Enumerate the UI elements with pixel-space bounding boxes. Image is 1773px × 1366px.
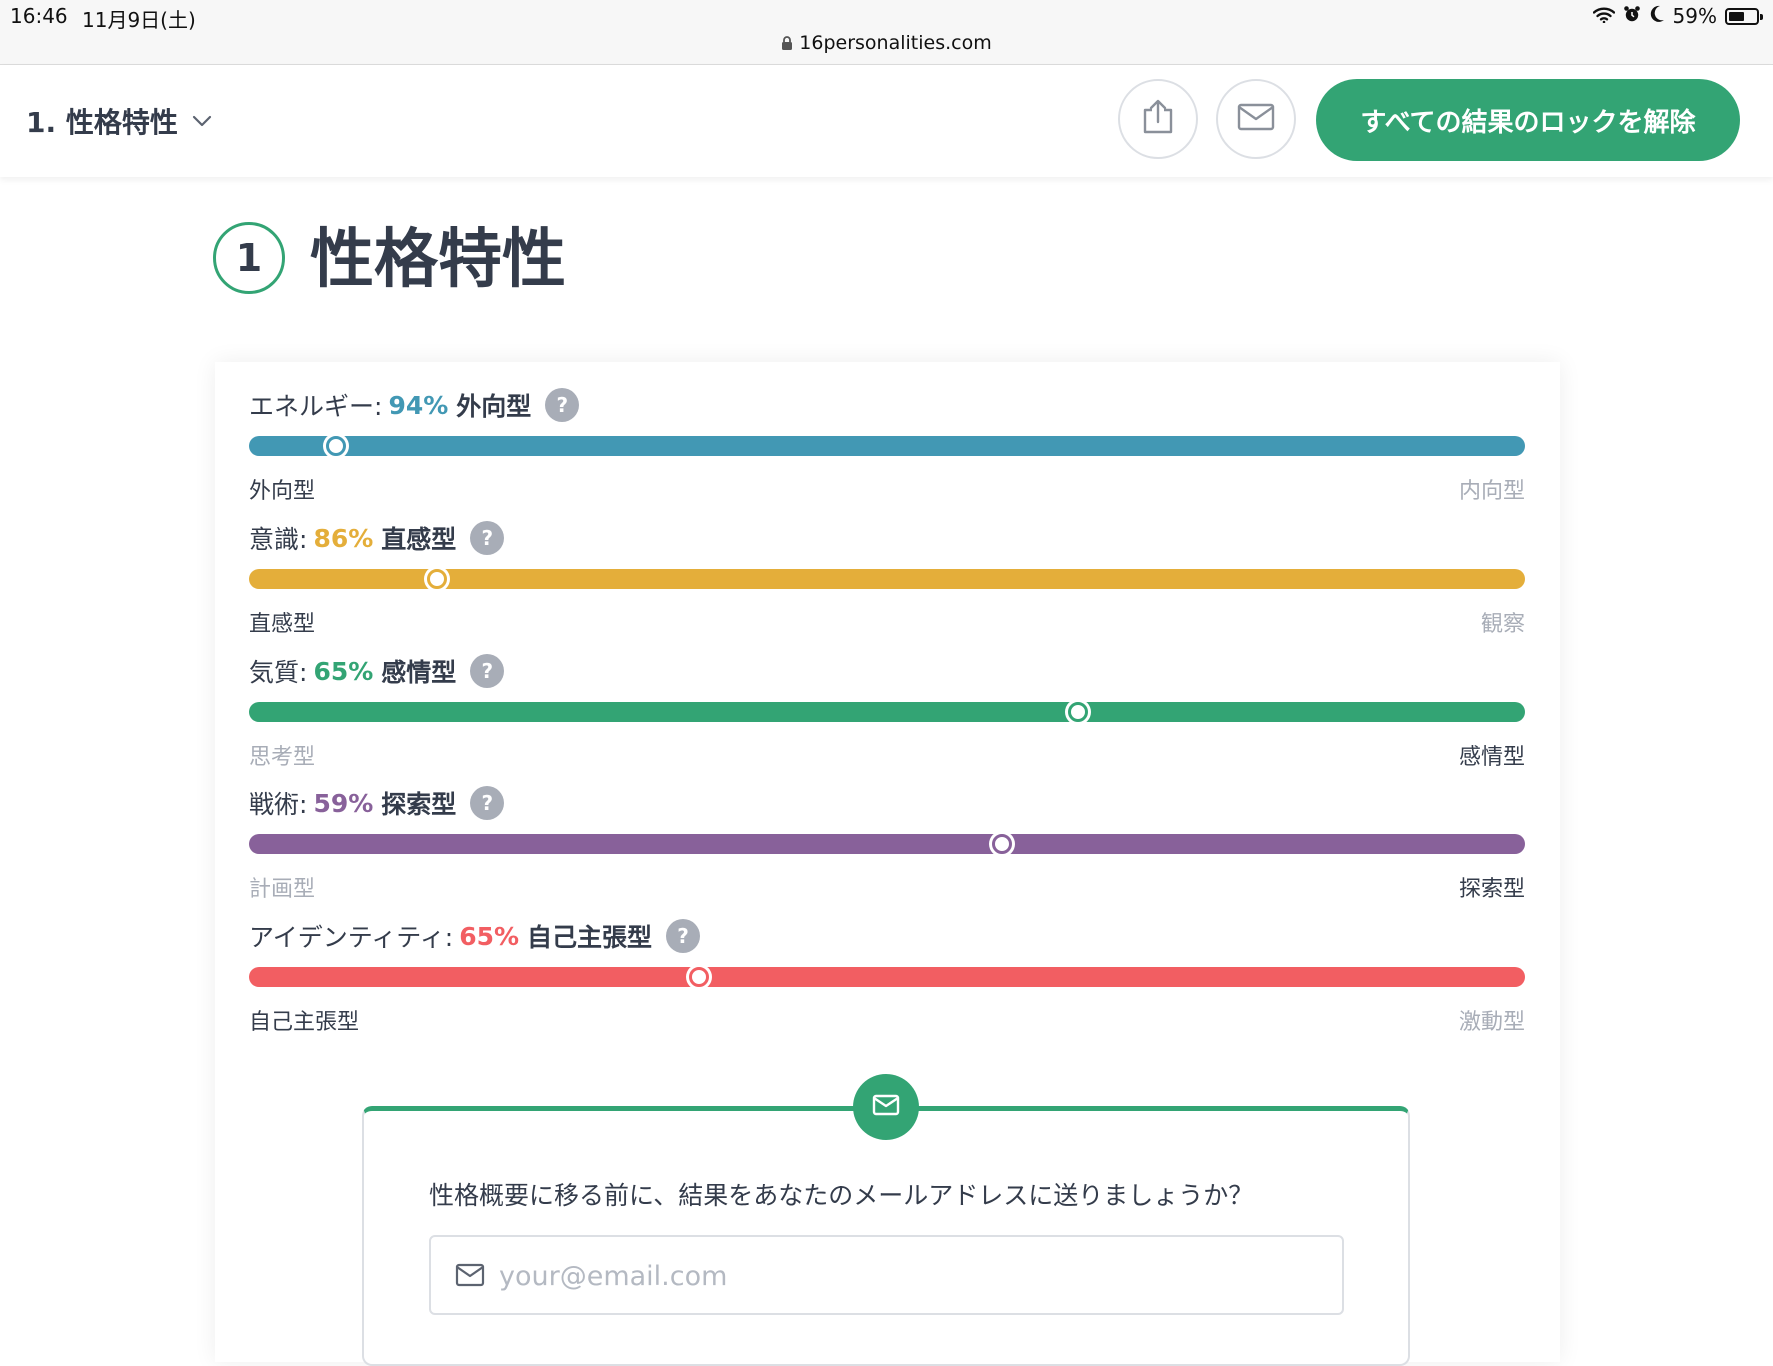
trait-left-pole: 計画型	[249, 877, 316, 902]
trait-type: 感情型	[381, 658, 457, 687]
trait-heading: 戦術: 59% 探索型?	[249, 783, 505, 823]
trait-percent: 59%	[313, 788, 374, 818]
trait-marker	[322, 433, 349, 459]
trait-heading: エネルギー: 94% 外向型?	[249, 385, 580, 425]
trait-type: 直感型	[381, 525, 457, 554]
email-field-wrapper[interactable]	[429, 1235, 1344, 1315]
email-share-button[interactable]	[1216, 79, 1296, 159]
top-header: 1. 性格特性 すべての結果のロックを解除	[0, 65, 1773, 177]
trait-right-pole: 探索型	[1458, 877, 1525, 902]
trait-name: 気質:	[249, 658, 308, 687]
section-dropdown[interactable]: 1. 性格特性	[26, 101, 212, 141]
trait-marker	[686, 964, 713, 990]
email-field[interactable]	[497, 1251, 1321, 1301]
unlock-all-results-button[interactable]: すべての結果のロックを解除	[1316, 79, 1740, 161]
page-title: 性格特性	[310, 223, 566, 297]
section-dropdown-label: 1. 性格特性	[26, 106, 178, 139]
trait-type: 外向型	[456, 392, 532, 421]
battery-percent: 59%	[1672, 4, 1717, 28]
trait-name: 戦術:	[249, 790, 308, 819]
help-icon[interactable]: ?	[470, 654, 505, 688]
trait-right-pole: 感情型	[1458, 745, 1525, 770]
alarm-icon	[1623, 4, 1641, 28]
section-number-badge: 1	[213, 222, 285, 294]
status-icons: 59%	[1592, 4, 1763, 28]
trait-marker	[1065, 699, 1092, 725]
clock: 16:46	[10, 4, 68, 28]
trait-marker	[988, 831, 1015, 857]
help-icon[interactable]: ?	[666, 919, 701, 953]
trait-heading: 気質: 65% 感情型?	[249, 651, 505, 691]
trait-name: アイデンティティ:	[249, 923, 454, 952]
trait-percent: 86%	[313, 523, 374, 553]
trait-type: 自己主張型	[527, 923, 653, 952]
envelope-icon	[1237, 103, 1275, 135]
trait-bar	[249, 433, 1525, 459]
trait-row: 意識: 86% 直感型? 直感型 観察	[249, 518, 1525, 638]
status-bar: 16:46 11月9日(土) 16personalities.com 59%	[0, 0, 1773, 65]
trait-row: アイデンティティ: 65% 自己主張型? 自己主張型 激動型	[249, 916, 1525, 1036]
trait-type: 探索型	[381, 790, 457, 819]
envelope-icon	[872, 1094, 900, 1120]
trait-left-pole: 直感型	[249, 612, 316, 637]
envelope-icon	[455, 1263, 485, 1291]
trait-heading: アイデンティティ: 65% 自己主張型?	[249, 916, 701, 956]
trait-row: 戦術: 59% 探索型? 計画型 探索型	[249, 783, 1525, 903]
trait-left-pole: 思考型	[249, 745, 316, 770]
trait-percent: 65%	[313, 656, 374, 686]
wifi-icon	[1592, 4, 1615, 28]
trait-bar	[249, 699, 1525, 725]
trait-bar	[249, 831, 1525, 857]
trait-right-pole: 内向型	[1458, 479, 1525, 504]
trait-marker	[423, 566, 450, 592]
trait-percent: 65%	[459, 921, 520, 951]
trait-right-pole: 激動型	[1458, 1010, 1525, 1035]
email-prompt-text: 性格概要に移る前に、結果をあなたのメールアドレスに送りましょうか？	[429, 1181, 1254, 1210]
address-bar[interactable]: 16personalities.com	[0, 32, 1773, 56]
trait-name: 意識:	[249, 525, 308, 554]
help-icon[interactable]: ?	[545, 388, 580, 422]
trait-name: エネルギー:	[249, 392, 383, 421]
trait-row: エネルギー: 94% 外向型? 外向型 内向型	[249, 385, 1525, 505]
share-icon	[1139, 98, 1177, 140]
moon-icon	[1649, 4, 1665, 28]
trait-left-pole: 自己主張型	[249, 1010, 360, 1035]
trait-right-pole: 観察	[1480, 612, 1525, 637]
date: 11月9日(土)	[82, 8, 196, 32]
trait-percent: 94%	[388, 390, 449, 420]
chevron-down-icon	[192, 112, 212, 131]
trait-left-pole: 外向型	[249, 479, 316, 504]
help-icon[interactable]: ?	[470, 521, 505, 555]
share-button[interactable]	[1118, 79, 1198, 159]
trait-row: 気質: 65% 感情型? 思考型 感情型	[249, 651, 1525, 771]
trait-heading: 意識: 86% 直感型?	[249, 518, 505, 558]
trait-bar	[249, 964, 1525, 990]
lock-icon	[781, 34, 793, 56]
url-text: 16personalities.com	[799, 32, 992, 54]
help-icon[interactable]: ?	[470, 786, 505, 820]
battery-icon	[1725, 7, 1763, 25]
email-badge	[853, 1074, 919, 1140]
trait-bar	[249, 566, 1525, 592]
